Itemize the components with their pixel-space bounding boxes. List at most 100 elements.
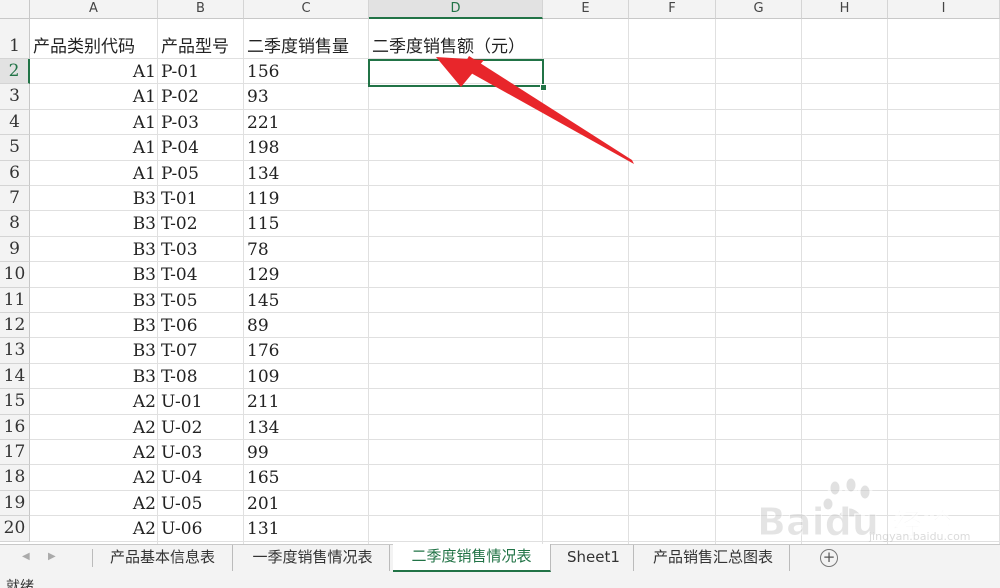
cell-C1[interactable]: 二季度销售量 — [244, 19, 369, 59]
cell-B19[interactable]: U-05 — [158, 491, 244, 516]
column-header-A[interactable]: A — [30, 0, 158, 19]
column-header-I[interactable]: I — [888, 0, 1000, 19]
row-header-14[interactable]: 14 — [0, 363, 30, 390]
cell-C17[interactable]: 99 — [244, 440, 369, 465]
cell-C8[interactable]: 115 — [244, 211, 369, 236]
column-header-F[interactable]: F — [629, 0, 716, 19]
cell-A15[interactable]: A2 — [30, 389, 158, 414]
row-header-5[interactable]: 5 — [0, 135, 30, 161]
cell-C9[interactable]: 78 — [244, 237, 369, 262]
cell-C4[interactable]: 221 — [244, 110, 369, 135]
cell-D3[interactable] — [369, 84, 543, 109]
cell-B16[interactable]: U-02 — [158, 415, 244, 440]
fill-handle[interactable] — [540, 84, 547, 91]
cell-D17[interactable] — [369, 440, 543, 465]
row-header-1[interactable]: 1 — [0, 19, 30, 59]
row-header-16[interactable]: 16 — [0, 414, 30, 440]
cell-A16[interactable]: A2 — [30, 415, 158, 440]
tri-left-icon[interactable]: ◀ — [22, 551, 30, 562]
cell-B7[interactable]: T-01 — [158, 186, 244, 211]
cell-C14[interactable]: 109 — [244, 364, 369, 389]
cell-D4[interactable] — [369, 110, 543, 135]
cell-D5[interactable] — [369, 135, 543, 160]
cell-B15[interactable]: U-01 — [158, 389, 244, 414]
cell-A5[interactable]: A1 — [30, 135, 158, 160]
cell-C16[interactable]: 134 — [244, 415, 369, 440]
cell-D15[interactable] — [369, 389, 543, 414]
cell-A20[interactable]: A2 — [30, 516, 158, 541]
cell-D18[interactable] — [369, 465, 543, 490]
cell-B10[interactable]: T-04 — [158, 262, 244, 287]
cell-A6[interactable]: A1 — [30, 161, 158, 186]
row-header-19[interactable]: 19 — [0, 490, 30, 517]
cell-C19[interactable]: 201 — [244, 491, 369, 516]
row-header-10[interactable]: 10 — [0, 262, 30, 288]
cell-B9[interactable]: T-03 — [158, 237, 244, 262]
cell-D14[interactable] — [369, 364, 543, 389]
cell-C13[interactable]: 176 — [244, 338, 369, 363]
cell-A10[interactable]: B3 — [30, 262, 158, 287]
cell-D20[interactable] — [369, 516, 543, 541]
cell-D11[interactable] — [369, 288, 543, 313]
cell-C5[interactable]: 198 — [244, 135, 369, 160]
cell-C6[interactable]: 134 — [244, 161, 369, 186]
row-header-3[interactable]: 3 — [0, 84, 30, 110]
cell-D16[interactable] — [369, 415, 543, 440]
cell-A9[interactable]: B3 — [30, 237, 158, 262]
cell-C3[interactable]: 93 — [244, 84, 369, 109]
plus-circle-icon[interactable]: + — [820, 549, 838, 567]
cell-A7[interactable]: B3 — [30, 186, 158, 211]
cell-A12[interactable]: B3 — [30, 313, 158, 338]
active-cell-D2[interactable] — [368, 59, 544, 87]
cell-A18[interactable]: A2 — [30, 465, 158, 490]
tri-right-icon[interactable]: ▶ — [48, 551, 56, 562]
cell-D12[interactable] — [369, 313, 543, 338]
sheet-tab-1[interactable]: 产品基本信息表 — [93, 545, 233, 571]
sheet-tab-5[interactable]: 产品销售汇总图表 — [637, 545, 790, 571]
row-header-7[interactable]: 7 — [0, 186, 30, 212]
row-header-17[interactable]: 17 — [0, 440, 30, 466]
select-all-corner[interactable] — [0, 0, 30, 19]
cell-A13[interactable]: B3 — [30, 338, 158, 363]
cell-C10[interactable]: 129 — [244, 262, 369, 287]
row-header-15[interactable]: 15 — [0, 389, 30, 415]
column-header-D[interactable]: D — [369, 0, 543, 19]
cell-A3[interactable]: A1 — [30, 84, 158, 109]
row-header-9[interactable]: 9 — [0, 236, 30, 263]
cell-B18[interactable]: U-04 — [158, 465, 244, 490]
cell-D19[interactable] — [369, 491, 543, 516]
column-header-G[interactable]: G — [716, 0, 802, 19]
cell-A19[interactable]: A2 — [30, 491, 158, 516]
column-header-C[interactable]: C — [244, 0, 369, 19]
cell-C20[interactable]: 131 — [244, 516, 369, 541]
cell-C7[interactable]: 119 — [244, 186, 369, 211]
cell-B20[interactable]: U-06 — [158, 516, 244, 541]
cell-B5[interactable]: P-04 — [158, 135, 244, 160]
row-header-11[interactable]: 11 — [0, 287, 30, 313]
column-header-H[interactable]: H — [802, 0, 888, 19]
row-header-6[interactable]: 6 — [0, 160, 30, 186]
cell-B14[interactable]: T-08 — [158, 364, 244, 389]
row-header-18[interactable]: 18 — [0, 465, 30, 491]
cell-A8[interactable]: B3 — [30, 211, 158, 236]
row-header-13[interactable]: 13 — [0, 338, 30, 364]
cell-C2[interactable]: 156 — [244, 59, 369, 84]
cell-B12[interactable]: T-06 — [158, 313, 244, 338]
cell-A14[interactable]: B3 — [30, 364, 158, 389]
row-header-4[interactable]: 4 — [0, 109, 30, 136]
sheet-tab-3[interactable]: 二季度销售情况表 — [393, 544, 551, 572]
cell-D9[interactable] — [369, 237, 543, 262]
cell-B1[interactable]: 产品型号 — [158, 19, 244, 59]
cell-B6[interactable]: P-05 — [158, 161, 244, 186]
row-header-2[interactable]: 2 — [0, 59, 30, 85]
cell-C15[interactable]: 211 — [244, 389, 369, 414]
cell-C18[interactable]: 165 — [244, 465, 369, 490]
row-header-8[interactable]: 8 — [0, 211, 30, 237]
cell-B17[interactable]: U-03 — [158, 440, 244, 465]
cell-B11[interactable]: T-05 — [158, 288, 244, 313]
cell-B3[interactable]: P-02 — [158, 84, 244, 109]
cell-D6[interactable] — [369, 161, 543, 186]
cell-B8[interactable]: T-02 — [158, 211, 244, 236]
cell-B4[interactable]: P-03 — [158, 110, 244, 135]
cell-D8[interactable] — [369, 211, 543, 236]
